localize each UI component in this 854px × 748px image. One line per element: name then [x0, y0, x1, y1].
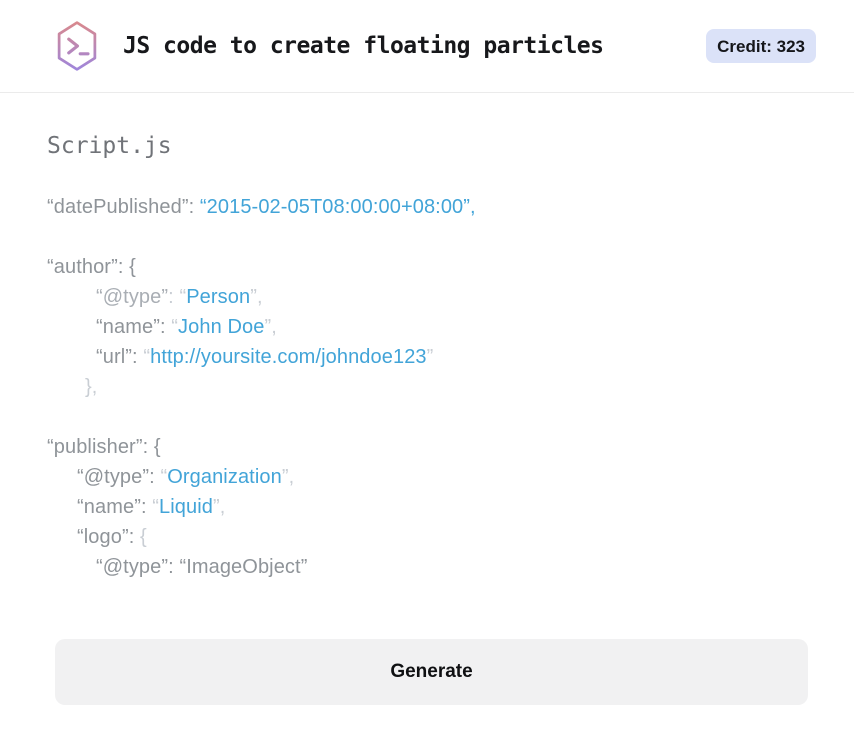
code-line: “@type”: “Organization”, [47, 462, 807, 492]
code-token: http://yoursite.com/johndoe123 [150, 346, 427, 368]
code-token: John Doe [178, 316, 265, 338]
script-filename: Script.js [47, 133, 172, 159]
code-token: ”, [264, 316, 277, 338]
generate-button[interactable]: Generate [55, 639, 808, 705]
code-token: : “ [168, 286, 187, 308]
code-line: “@type”: “Person”, [47, 282, 807, 312]
code-token: “name”: [77, 496, 153, 518]
code-token: { [140, 526, 147, 548]
code-token: “name”: [96, 316, 172, 338]
code-token: “2015-02-05T08:00:00+08:00”, [199, 196, 476, 218]
code-token: “@type”: “ImageObject” [96, 556, 308, 578]
code-token: }, [85, 376, 98, 398]
code-token: “author”: { [47, 256, 136, 278]
code-block: “datePublished”: “2015-02-05T08:00:00+08… [47, 192, 807, 582]
code-token: ”, [281, 466, 295, 488]
header: JS code to create floating particles Cre… [0, 0, 854, 93]
code-line: “url”: “http://yoursite.com/johndoe123” [47, 342, 807, 372]
code-line: “name”: “Liquid”, [47, 492, 807, 522]
code-token: ”, [250, 286, 263, 308]
code-token: “datePublished”: [47, 196, 200, 218]
code-token: ” [426, 346, 434, 368]
code-token: “@type” [96, 286, 169, 308]
code-token: “@type”: [77, 466, 161, 488]
code-line: “@type”: “ImageObject” [47, 552, 807, 582]
credit-badge: Credit: 323 [706, 29, 816, 63]
code-token: Person [186, 286, 251, 308]
code-line: “logo”: { [47, 522, 807, 552]
code-line: “publisher”: { [47, 432, 807, 462]
code-line: “author”: { [47, 252, 807, 282]
code-token: Organization [167, 466, 282, 488]
main-content: Script.js “datePublished”: “2015-02-05T0… [0, 93, 854, 705]
code-line: “datePublished”: “2015-02-05T08:00:00+08… [47, 192, 807, 222]
code-token: “publisher”: { [47, 436, 161, 458]
terminal-prompt-hexagon-icon [55, 20, 99, 72]
code-line: }, [47, 372, 807, 402]
code-token: Liquid [159, 496, 214, 518]
code-token: “logo”: [77, 526, 141, 548]
code-token: “url”: [96, 346, 144, 368]
code-line: “name”: “John Doe”, [47, 312, 807, 342]
page-title: JS code to create floating particles [123, 33, 604, 59]
code-token: ”, [213, 496, 226, 518]
